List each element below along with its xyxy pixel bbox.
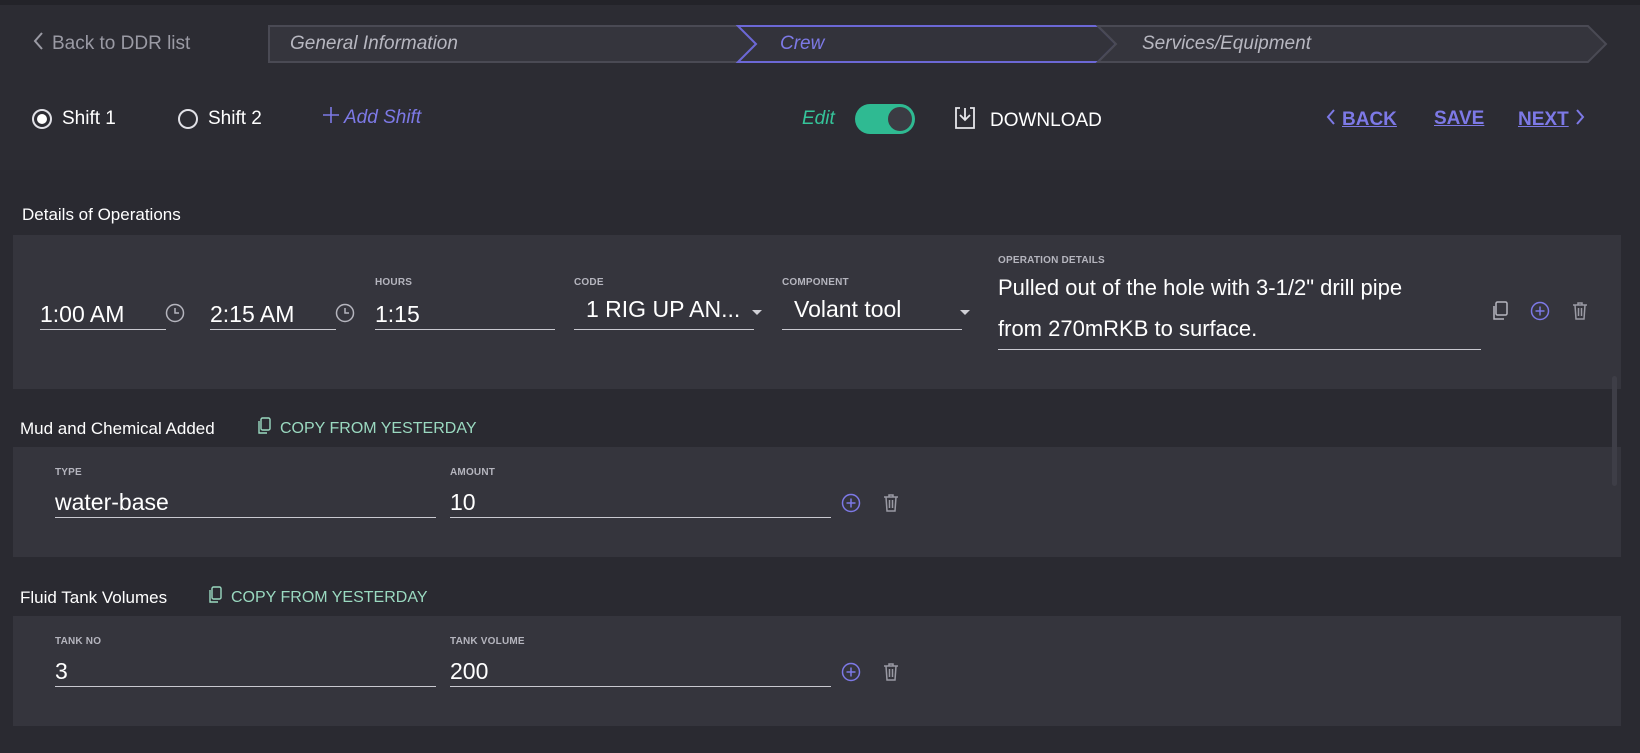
amount-input[interactable]: 10 — [450, 489, 831, 518]
step-crew[interactable]: Crew — [780, 33, 824, 55]
copy-icon — [256, 417, 272, 440]
download-button[interactable]: DOWNLOAD — [952, 105, 1102, 137]
type-input[interactable]: water-base — [55, 489, 436, 518]
back-to-ddr-link[interactable]: Back to DDR list — [32, 30, 190, 58]
tank-no-label: TANK NO — [55, 636, 102, 647]
operations-panel: 1:00 AM 2:15 AM HOURS 1:15 CODE 1 RIG UP… — [13, 235, 1621, 389]
tank-volume-input[interactable]: 200 — [450, 658, 831, 687]
component-label: COMPONENT — [782, 277, 849, 288]
radio-selected-icon — [32, 109, 52, 129]
scrollbar[interactable] — [1612, 376, 1617, 486]
chevron-right-icon — [1575, 108, 1585, 132]
component-value: Volant tool — [794, 296, 902, 322]
clock-icon[interactable] — [334, 302, 356, 324]
back-button[interactable]: BACK — [1326, 108, 1397, 132]
operation-details-textarea[interactable]: Pulled out of the hole with 3-1/2" drill… — [998, 267, 1481, 350]
back-to-ddr-label: Back to DDR list — [52, 33, 191, 54]
tank-no-input[interactable]: 3 — [55, 658, 436, 687]
step-general-information[interactable]: General Information — [290, 33, 458, 55]
amount-label: AMOUNT — [450, 467, 496, 478]
hours-label: HOURS — [375, 277, 413, 288]
progress-stepper: General Information Crew Services/Equipm… — [268, 25, 1608, 63]
download-icon — [952, 105, 978, 137]
component-select[interactable]: Volant tool — [782, 296, 962, 330]
top-border — [0, 0, 1640, 5]
trash-icon[interactable] — [880, 492, 902, 514]
shift-1-label: Shift 1 — [62, 108, 116, 129]
next-label: NEXT — [1518, 109, 1569, 130]
caret-down-icon — [751, 307, 763, 319]
radio-unselected-icon — [178, 109, 198, 129]
caret-down-icon — [959, 307, 971, 319]
trash-icon[interactable] — [1569, 300, 1591, 322]
copy-icon[interactable] — [1489, 300, 1511, 322]
copy-icon — [207, 586, 223, 609]
tanks-copy-from-yesterday-button[interactable]: COPY FROM YESTERDAY — [207, 586, 427, 609]
mud-copy-label: COPY FROM YESTERDAY — [280, 419, 477, 437]
mud-panel: TYPE water-base AMOUNT 10 — [13, 447, 1621, 557]
shift-2-label: Shift 2 — [208, 108, 262, 129]
next-button[interactable]: NEXT — [1518, 108, 1585, 132]
operations-title: Details of Operations — [22, 205, 181, 224]
operation-details-label: OPERATION DETAILS — [998, 255, 1105, 266]
details-line-1: Pulled out of the hole with 3-1/2" drill… — [998, 275, 1403, 300]
plus-icon — [322, 106, 340, 130]
add-circle-icon[interactable] — [1529, 300, 1551, 322]
details-line-2: from 270mRKB to surface. — [998, 316, 1258, 341]
add-shift-label: Add Shift — [344, 107, 422, 128]
edit-label: Edit — [802, 108, 835, 129]
code-select[interactable]: 1 RIG UP AN... — [574, 296, 754, 330]
add-circle-icon[interactable] — [840, 492, 862, 514]
toggle-knob — [888, 107, 912, 131]
end-time-input[interactable]: 2:15 AM — [210, 301, 336, 330]
tank-volume-label: TANK VOLUME — [450, 636, 525, 647]
edit-toggle[interactable] — [855, 104, 915, 134]
code-label: CODE — [574, 277, 604, 288]
save-label: SAVE — [1434, 108, 1485, 129]
add-circle-icon[interactable] — [840, 661, 862, 683]
add-shift-button[interactable]: Add Shift — [322, 106, 421, 130]
shift-2-radio[interactable]: Shift 2 — [178, 108, 262, 130]
chevron-left-icon — [1326, 108, 1336, 132]
hours-input[interactable]: 1:15 — [375, 301, 555, 330]
trash-icon[interactable] — [880, 661, 902, 683]
tanks-copy-label: COPY FROM YESTERDAY — [231, 588, 428, 606]
save-button[interactable]: SAVE — [1434, 108, 1484, 130]
shift-1-radio[interactable]: Shift 1 — [32, 108, 116, 130]
start-time-input[interactable]: 1:00 AM — [40, 301, 166, 330]
back-label: BACK — [1342, 109, 1397, 130]
step-services-equipment[interactable]: Services/Equipment — [1142, 33, 1311, 55]
download-label: DOWNLOAD — [990, 110, 1102, 131]
tanks-title: Fluid Tank Volumes — [20, 588, 168, 607]
clock-icon[interactable] — [164, 302, 186, 324]
code-value: 1 RIG UP AN... — [586, 296, 741, 322]
mud-copy-from-yesterday-button[interactable]: COPY FROM YESTERDAY — [256, 417, 476, 440]
mud-title: Mud and Chemical Added — [20, 419, 215, 438]
type-label: TYPE — [55, 467, 82, 478]
tanks-panel: TANK NO 3 TANK VOLUME 200 — [13, 616, 1621, 726]
chevron-left-icon — [32, 31, 44, 57]
